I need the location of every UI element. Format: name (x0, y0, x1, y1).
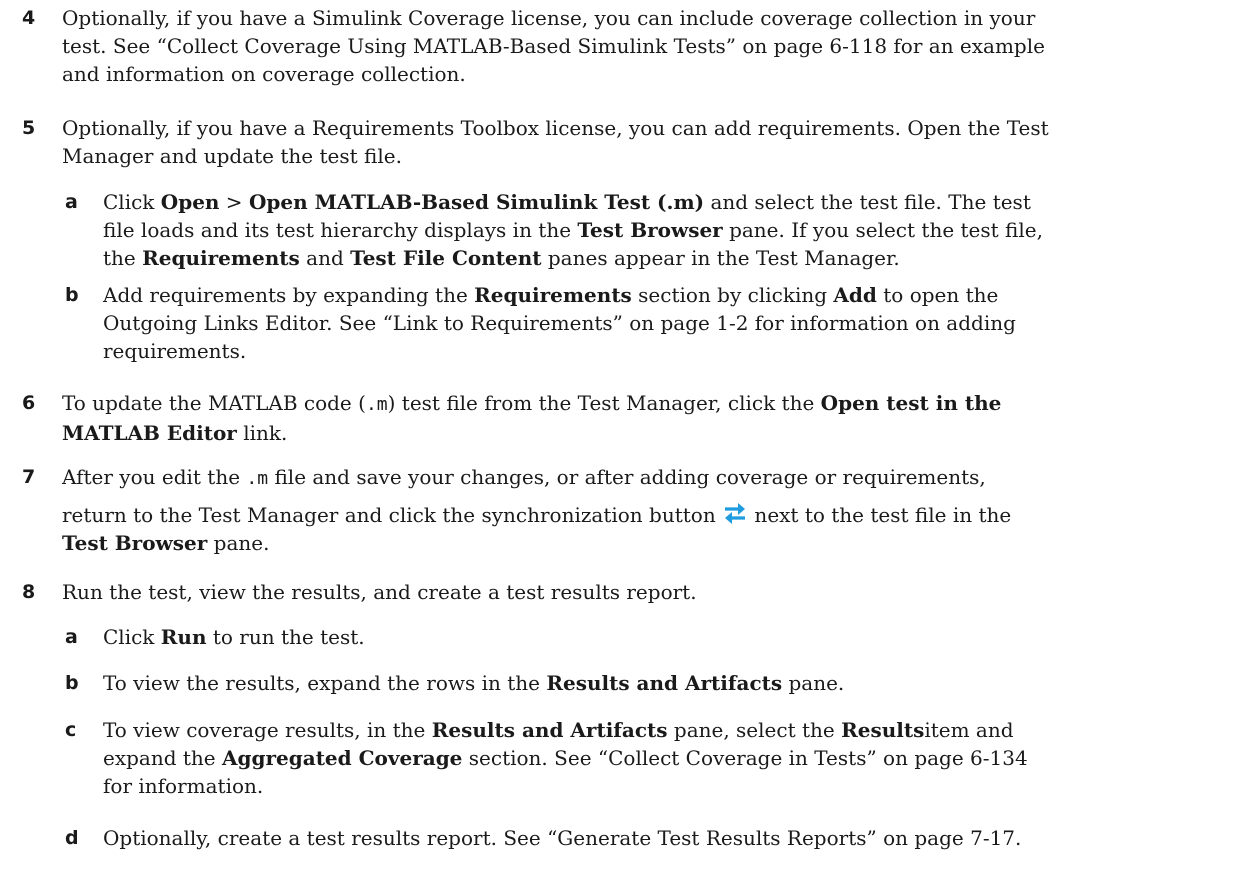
text-run: To view the results, expand the rows in … (103, 671, 547, 695)
text-line: To view coverage results, in the Results… (103, 716, 1253, 744)
step-number: 5 (22, 117, 36, 139)
text-run: pane. (782, 671, 845, 695)
step-number: 7 (22, 466, 36, 488)
step-text: To update the MATLAB code (.m) test file… (62, 389, 1250, 447)
text-line: requirements. (103, 339, 247, 363)
text-run: return to the Test Manager and click the… (62, 503, 723, 527)
ui-term-add: Add (833, 283, 877, 307)
text-line: Manager and update the test file. (62, 144, 402, 168)
text-line: MATLAB Editor link. (62, 419, 1250, 447)
ui-term-test-browser: Test Browser (577, 218, 723, 242)
text-run: After you edit the (62, 465, 247, 489)
ui-term-matlab-editor: MATLAB Editor (62, 421, 237, 445)
ui-term-test-file-content: Test File Content (350, 246, 542, 270)
text-line: return to the Test Manager and click the… (62, 501, 1250, 529)
step-text: Run the test, view the results, and crea… (62, 578, 1250, 606)
step-text: After you edit the .m file and save your… (62, 463, 1250, 557)
text-run: item and (924, 718, 1014, 742)
code-extension: .m (246, 468, 269, 489)
substep-letter: b (65, 672, 79, 694)
ui-term-open-matlab-test: Open MATLAB-Based Simulink Test (.m) (248, 190, 705, 214)
text-run: Click (103, 190, 161, 214)
ui-term-open-test-link: Open test in the (820, 391, 1002, 415)
text-run: expand the (103, 746, 222, 770)
text-run: section. See “Collect Coverage in Tests”… (462, 746, 1028, 770)
text-line: file loads and its test hierarchy displa… (103, 216, 1253, 244)
step-number: 4 (22, 7, 36, 29)
ui-term-results: Results (841, 718, 925, 742)
substep-letter: c (65, 719, 77, 741)
substep-text: Add requirements by expanding the Requir… (103, 281, 1253, 365)
sync-arrows-icon (722, 501, 748, 525)
substep-text: Click Run to run the test. (103, 623, 1253, 651)
text-line: and information on coverage collection. (62, 62, 466, 86)
text-run: and (299, 246, 351, 270)
text-line: Optionally, if you have a Requirements T… (62, 116, 1049, 140)
text-line: To view the results, expand the rows in … (103, 669, 1253, 697)
text-run: Add requirements by expanding the (103, 283, 475, 307)
text-run: and select the test file. The test (704, 190, 1031, 214)
text-run: to run the test. (206, 625, 365, 649)
substep-text: Click Open > Open MATLAB-Based Simulink … (103, 188, 1253, 272)
ui-term-requirements: Requirements (142, 246, 300, 270)
text-run: the (103, 246, 143, 270)
text-run: To update the MATLAB code ( (62, 391, 366, 415)
text-run: pane. (207, 531, 270, 555)
text-run: To view coverage results, in the (103, 718, 432, 742)
text-line: Add requirements by expanding the Requir… (103, 281, 1253, 309)
text-line: test. See “Collect Coverage Using MATLAB… (62, 34, 1045, 58)
step-text: Optionally, if you have a Simulink Cover… (62, 4, 1250, 88)
text-line: Click Run to run the test. (103, 623, 1253, 651)
code-extension: .m (365, 394, 388, 415)
ui-term-test-browser: Test Browser (62, 531, 208, 555)
text-line: Click Open > Open MATLAB-Based Simulink … (103, 188, 1253, 216)
text-run: Click (103, 625, 161, 649)
ui-term-run: Run (160, 625, 207, 649)
text-run: to open the (876, 283, 999, 307)
text-line: To update the MATLAB code (.m) test file… (62, 389, 1250, 419)
ui-term-open: Open (160, 190, 220, 214)
ui-term-results-and-artifacts: Results and Artifacts (546, 671, 783, 695)
substep-letter: b (65, 284, 79, 306)
document-page: 4 Optionally, if you have a Simulink Cov… (0, 0, 1258, 895)
text-run: > (219, 190, 249, 214)
substep-text: To view coverage results, in the Results… (103, 716, 1253, 800)
text-run: pane. If you select the test file, (722, 218, 1043, 242)
step-number: 8 (22, 581, 36, 603)
text-run: panes appear in the Test Manager. (541, 246, 900, 270)
text-run: link. (236, 421, 288, 445)
text-run: next to the test file in the (748, 503, 1012, 527)
text-line: Test Browser pane. (62, 529, 1250, 557)
substep-letter: a (65, 626, 78, 648)
text-line: Run the test, view the results, and crea… (62, 580, 697, 604)
substep-letter: a (65, 191, 78, 213)
ui-term-aggregated-coverage: Aggregated Coverage (222, 746, 463, 770)
text-line: the Requirements and Test File Content p… (103, 244, 1253, 272)
text-run: ) test file from the Test Manager, click… (387, 391, 821, 415)
substep-letter: d (65, 827, 79, 849)
text-line: After you edit the .m file and save your… (62, 463, 1250, 493)
substep-text: Optionally, create a test results report… (103, 824, 1253, 852)
text-line: expand the Aggregated Coverage section. … (103, 744, 1253, 772)
text-line: Outgoing Links Editor. See “Link to Requ… (103, 311, 1016, 335)
text-run: pane, select the (667, 718, 842, 742)
ui-term-results-and-artifacts: Results and Artifacts (431, 718, 668, 742)
text-run: file loads and its test hierarchy displa… (103, 218, 578, 242)
text-run: file and save your changes, or after add… (268, 465, 986, 489)
text-line: Optionally, if you have a Simulink Cover… (62, 6, 1036, 30)
text-line: for information. (103, 774, 264, 798)
text-run: section by clicking (631, 283, 834, 307)
text-line: Optionally, create a test results report… (103, 826, 1022, 850)
step-text: Optionally, if you have a Requirements T… (62, 114, 1250, 170)
substep-text: To view the results, expand the rows in … (103, 669, 1253, 697)
step-number: 6 (22, 392, 36, 414)
ui-term-requirements: Requirements (474, 283, 632, 307)
